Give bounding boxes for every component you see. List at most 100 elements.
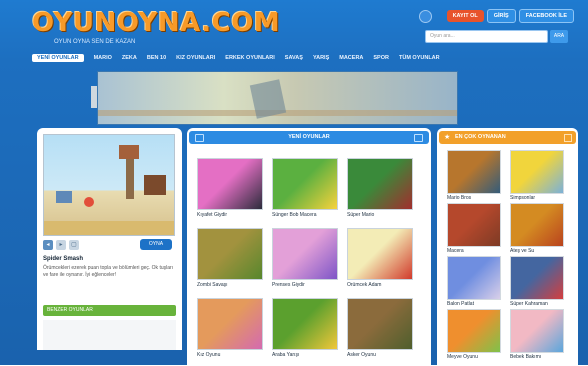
game-tile[interactable]: Araba Yarışı [272, 298, 338, 358]
game-caption[interactable]: Asker Oyunu [347, 352, 413, 358]
new-games-title: YENİ OYUNLAR [288, 134, 330, 140]
game-thumbnail[interactable] [272, 228, 338, 280]
game-ball [84, 197, 94, 207]
game-caption[interactable]: Balon Patlat [447, 301, 501, 307]
nav-item-war[interactable]: SAVAŞ [285, 55, 303, 61]
logo-text: OYUNOYNA.COM [32, 8, 281, 38]
game-caption[interactable]: Araba Yarışı [272, 352, 338, 358]
collapse-icon[interactable] [564, 134, 572, 142]
game-block [56, 191, 72, 203]
game-caption[interactable]: Kıyafet Giydir [197, 212, 263, 218]
game-caption[interactable]: Bebek Bakımı [510, 354, 564, 360]
game-tile[interactable]: Süper Kahraman [510, 256, 564, 307]
nav-item-ben10[interactable]: BEN 10 [147, 55, 166, 61]
featured-game-description: Örümcekleri ezerek puan topla ve bölümle… [43, 265, 174, 278]
nav-item-race[interactable]: YARIŞ [313, 55, 329, 61]
game-thumbnail[interactable] [447, 203, 501, 247]
top-actions: KAYIT OL GİRİŞ FACEBOOK İLE [418, 9, 574, 23]
game-tile[interactable]: Simpsonlar [510, 150, 564, 201]
game-block [119, 145, 139, 159]
similar-games-header: BENZER OYUNLAR [43, 305, 176, 316]
game-tile[interactable]: Meyve Oyunu [447, 309, 501, 360]
game-tile[interactable]: Bebek Bakımı [510, 309, 564, 360]
logo-tagline: OYUN OYNA SEN DE KAZAN [54, 39, 136, 45]
thumb-next-icon[interactable]: ▸ [56, 240, 66, 250]
game-thumbnail[interactable] [510, 309, 564, 353]
banner-figure [249, 79, 287, 119]
fullscreen-icon[interactable]: ▢ [69, 240, 79, 250]
game-caption[interactable]: Macera [447, 248, 501, 254]
featured-game-title[interactable]: Spider Smash [43, 256, 83, 262]
game-tile[interactable]: Sünger Bob Macera [272, 158, 338, 218]
thumb-prev-icon[interactable]: ◂ [43, 240, 53, 250]
game-caption[interactable]: Süper Mario [347, 212, 413, 218]
nav-item-boys[interactable]: ERKEK OYUNLARI [225, 55, 275, 61]
game-ground [44, 221, 174, 235]
game-thumbnail[interactable] [347, 228, 413, 280]
user-icon[interactable] [418, 9, 432, 23]
game-thumbnail[interactable] [510, 256, 564, 300]
featured-game-screenshot[interactable] [43, 134, 175, 236]
grid-icon[interactable] [195, 134, 204, 142]
search-placeholder: Oyun ara... [430, 33, 455, 39]
game-caption[interactable]: Sünger Bob Macera [272, 212, 338, 218]
register-button[interactable]: KAYIT OL [446, 10, 484, 22]
game-tile[interactable]: Mario Bros [447, 150, 501, 201]
game-thumbnail[interactable] [447, 309, 501, 353]
nav-item-new[interactable]: YENİ OYUNLAR [32, 54, 84, 62]
popular-games-title: EN ÇOK OYNANAN [455, 134, 506, 140]
game-caption[interactable]: Ateş ve Su [510, 248, 564, 254]
game-caption[interactable]: Kız Oyunu [197, 352, 263, 358]
game-tile[interactable]: Prenses Giydir [272, 228, 338, 288]
game-thumbnail[interactable] [272, 298, 338, 350]
game-thumbnail[interactable] [197, 228, 263, 280]
game-tile[interactable]: Süper Mario [347, 158, 413, 218]
page: OYUNOYNA.COM OYUN OYNA SEN DE KAZAN KAYI… [0, 0, 588, 366]
game-thumbnail[interactable] [272, 158, 338, 210]
game-thumbnail[interactable] [197, 158, 263, 210]
game-thumbnail[interactable] [347, 158, 413, 210]
game-thumbnail[interactable] [510, 150, 564, 194]
site-logo[interactable]: OYUNOYNA.COM OYUN OYNA SEN DE KAZAN [32, 8, 280, 48]
popular-games-panel: ★ EN ÇOK OYNANAN Mario Bros Simpsonlar Mac… [437, 128, 578, 366]
game-caption[interactable]: Prenses Giydir [272, 282, 338, 288]
game-block [126, 159, 134, 199]
game-thumbnail[interactable] [510, 203, 564, 247]
nav-item-zeka[interactable]: ZEKA [122, 55, 137, 61]
nav-item-all[interactable]: TÜM OYUNLAR [399, 55, 440, 61]
game-tile[interactable]: Asker Oyunu [347, 298, 413, 358]
game-caption[interactable]: Örümcek Adam [347, 282, 413, 288]
search-input[interactable]: Oyun ara... [425, 30, 548, 43]
new-games-panel: YENİ OYUNLAR Kıyafet Giydir Sünger Bob Ma… [187, 128, 431, 366]
game-tile[interactable]: Ateş ve Su [510, 203, 564, 254]
nav-item-mario[interactable]: MARIO [94, 55, 112, 61]
game-caption[interactable]: Zombi Savaşı [197, 282, 263, 288]
nav-item-adventure[interactable]: MACERA [339, 55, 363, 61]
similar-games-area [43, 320, 176, 350]
list-icon[interactable] [414, 134, 423, 142]
game-caption[interactable]: Süper Kahraman [510, 301, 564, 307]
new-games-header: YENİ OYUNLAR [189, 131, 429, 144]
game-block [144, 175, 166, 195]
game-tile[interactable]: Balon Patlat [447, 256, 501, 307]
game-thumbnail[interactable] [447, 150, 501, 194]
ad-banner[interactable] [97, 71, 458, 125]
login-button[interactable]: GİRİŞ [486, 9, 516, 23]
facebook-login-button[interactable]: FACEBOOK İLE [518, 9, 574, 23]
game-caption[interactable]: Simpsonlar [510, 195, 564, 201]
play-button[interactable]: OYNA [140, 239, 172, 250]
game-tile[interactable]: Kıyafet Giydir [197, 158, 263, 218]
nav-item-sports[interactable]: SPOR [373, 55, 389, 61]
game-thumbnail[interactable] [447, 256, 501, 300]
game-caption[interactable]: Mario Bros [447, 195, 501, 201]
game-tile[interactable]: Zombi Savaşı [197, 228, 263, 288]
search-button[interactable]: ARA [550, 30, 568, 43]
game-tile[interactable]: Macera [447, 203, 501, 254]
star-icon: ★ [444, 134, 451, 141]
game-thumbnail[interactable] [197, 298, 263, 350]
nav-item-girls[interactable]: KIZ OYUNLARI [176, 55, 215, 61]
game-tile[interactable]: Kız Oyunu [197, 298, 263, 358]
game-thumbnail[interactable] [347, 298, 413, 350]
game-tile[interactable]: Örümcek Adam [347, 228, 413, 288]
game-caption[interactable]: Meyve Oyunu [447, 354, 501, 360]
